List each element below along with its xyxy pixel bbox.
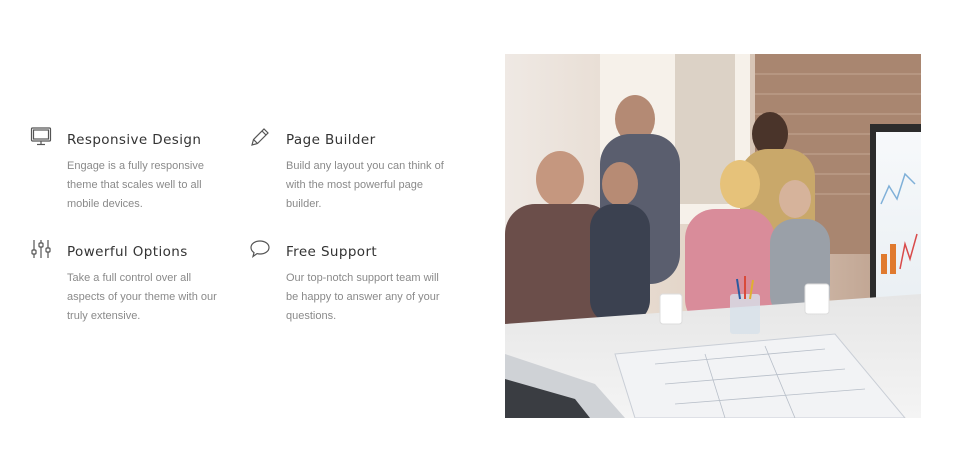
speech-bubble-icon (248, 237, 272, 261)
features-section: Responsive Design Engage is a fully resp… (0, 0, 960, 471)
feature-page-builder: Page Builder Build any layout you can th… (251, 128, 486, 214)
feature-free-support: Free Support Our top-notch support team … (250, 240, 486, 326)
feature-powerful-options: Powerful Options Take a full control ove… (31, 240, 267, 326)
feature-title: Responsive Design (67, 132, 202, 148)
team-photo (505, 54, 921, 418)
feature-description: Our top-notch support team will be happy… (286, 272, 440, 322)
feature-description: Take a full control over all aspects of … (67, 272, 217, 322)
feature-responsive-design: Responsive Design Engage is a fully resp… (30, 127, 267, 214)
feature-title: Free Support (286, 244, 378, 260)
feature-description: Engage is a fully responsive theme that … (67, 160, 204, 210)
feature-description: Build any layout you can think of with t… (286, 160, 444, 210)
feature-title: Powerful Options (67, 244, 188, 260)
pencil-icon (248, 125, 272, 149)
feature-title: Page Builder (286, 132, 376, 148)
monitor-icon (29, 125, 53, 149)
sliders-icon (29, 237, 53, 261)
